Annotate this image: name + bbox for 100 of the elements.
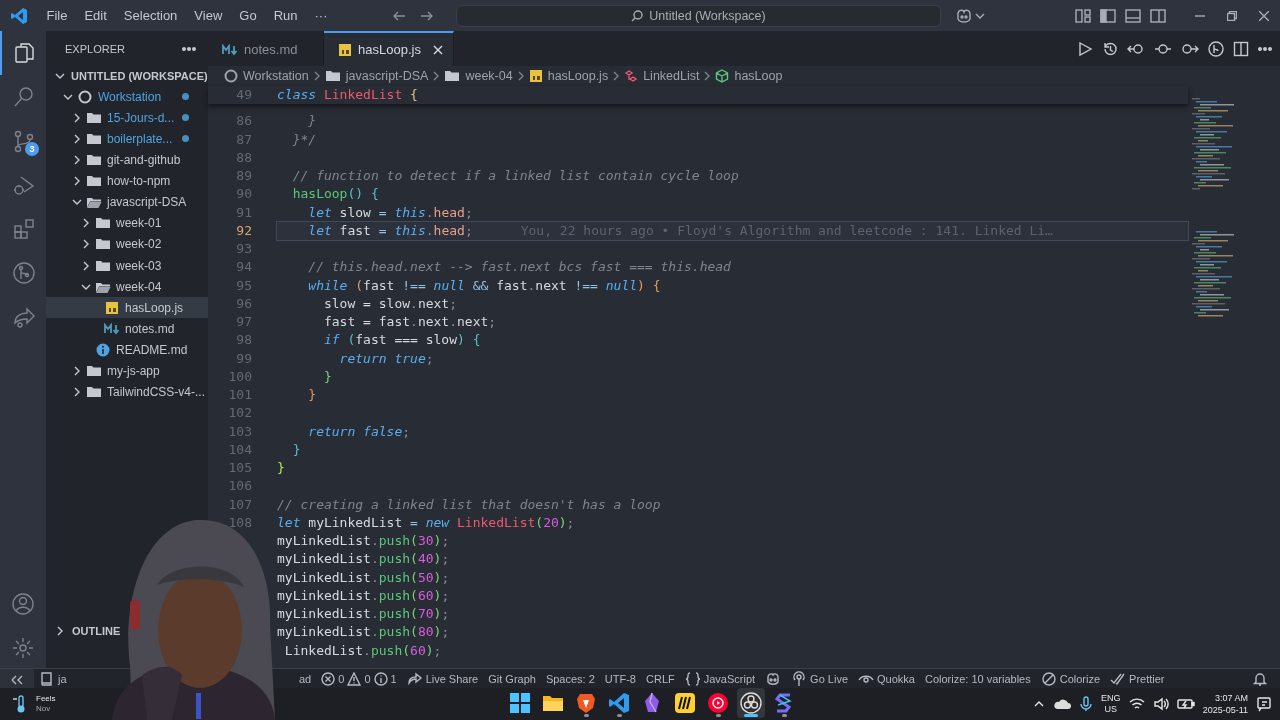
microphone-icon[interactable] bbox=[1079, 696, 1094, 712]
tree-item[interactable]: week-01 bbox=[46, 212, 208, 234]
folder-name: boilerplate... bbox=[107, 131, 173, 146]
tree-item[interactable]: notes.md bbox=[46, 318, 208, 340]
line-number: 93 bbox=[235, 240, 252, 258]
folder-icon bbox=[444, 69, 461, 83]
code-line: myLinkedList.push(50); bbox=[277, 568, 450, 587]
code-line: LinkedList.push(60); bbox=[283, 641, 442, 660]
status-bar-item[interactable]: UTF-8 bbox=[599, 672, 641, 685]
copilot-icon[interactable] bbox=[955, 7, 973, 24]
tree-item[interactable]: hasLoop.js bbox=[46, 297, 208, 319]
battery-icon[interactable] bbox=[1176, 697, 1195, 711]
clock[interactable]: 3:07 AM 2025-05-11 bbox=[1202, 692, 1248, 716]
breadcrumb[interactable]: week-04 bbox=[444, 69, 513, 83]
account-icon[interactable] bbox=[11, 592, 35, 616]
history-icon[interactable] bbox=[1102, 40, 1118, 57]
panel-toggle-icon[interactable] bbox=[1125, 7, 1141, 24]
folder-name: Workstation bbox=[98, 89, 162, 104]
cloud-icon[interactable] bbox=[1053, 698, 1072, 710]
status-bar-item[interactable]: JavaScript bbox=[679, 670, 761, 687]
code-line: myLinkedList.push(30); bbox=[277, 532, 450, 550]
tree-item[interactable]: git-and-github bbox=[46, 149, 208, 171]
branch-circle-icon[interactable] bbox=[1208, 40, 1224, 57]
status-bar-item[interactable]: Live Share bbox=[401, 670, 484, 687]
command-center[interactable]: Untitled (Workspace) bbox=[456, 4, 941, 27]
code-line: let fast = this.head; bbox=[307, 221, 473, 240]
run-icon[interactable] bbox=[1077, 40, 1093, 57]
breadcrumb[interactable]: hasLoop bbox=[715, 69, 783, 83]
ribbon-icon bbox=[10, 6, 28, 25]
tree-item[interactable]: how-to-npm bbox=[46, 170, 208, 192]
status-bar-item[interactable]: Go Live bbox=[786, 670, 853, 687]
section-header[interactable]: UNTITLED (WORKSPACE) bbox=[71, 70, 208, 82]
tree-item[interactable]: Workstation bbox=[46, 86, 208, 108]
code-line: let slow = this.head; bbox=[307, 203, 473, 222]
status-bar-item[interactable]: ad bbox=[294, 672, 317, 685]
chevron-right-icon bbox=[612, 71, 621, 81]
file-name: hasLoop.js bbox=[125, 300, 184, 315]
split-editor-icon[interactable] bbox=[1233, 40, 1249, 57]
line-number: 106 bbox=[227, 477, 252, 496]
more-icon[interactable] bbox=[182, 46, 196, 51]
volume-icon[interactable] bbox=[1152, 697, 1169, 711]
menu-item[interactable]: Run bbox=[265, 4, 306, 27]
status-bar-item[interactable]: Quokka bbox=[853, 670, 920, 687]
info-icon bbox=[373, 671, 388, 686]
status-bar-item[interactable]: CRLF bbox=[641, 672, 680, 685]
menu-item[interactable]: Go bbox=[230, 4, 266, 27]
status-bar-item[interactable]: Git Graph bbox=[483, 672, 541, 685]
menu-item[interactable]: Edit bbox=[75, 4, 116, 27]
section-header[interactable]: OUTLINE bbox=[72, 625, 121, 637]
breadcrumb[interactable]: LinkedList bbox=[624, 69, 700, 83]
language-indicator[interactable]: ENG US bbox=[1101, 693, 1121, 715]
taskbar-button[interactable] bbox=[737, 688, 765, 718]
more-icon[interactable] bbox=[1258, 46, 1272, 51]
cube-icon bbox=[715, 69, 730, 83]
panel-title: EXPLORER bbox=[65, 42, 125, 55]
editor-tab[interactable]: hasLoop.js bbox=[324, 31, 454, 66]
settings-icon[interactable] bbox=[11, 636, 35, 660]
breadcrumb[interactable]: Workstation bbox=[224, 69, 309, 83]
weather-text: Feels bbox=[36, 694, 56, 704]
menu-item[interactable]: Selection bbox=[115, 4, 186, 27]
code-line: myLinkedList.push(80); bbox=[277, 623, 450, 642]
restore-icon[interactable] bbox=[1227, 10, 1237, 21]
line-number: 90 bbox=[235, 185, 252, 204]
remote-button[interactable] bbox=[0, 669, 34, 688]
tree-item[interactable]: 15-Jours-d... bbox=[46, 107, 208, 129]
tree-item[interactable]: TailwindCSS-v4-... bbox=[46, 381, 208, 403]
tree-item[interactable]: week-03 bbox=[46, 255, 208, 277]
close-icon[interactable] bbox=[432, 44, 443, 55]
status-bar-item[interactable]: Colorize bbox=[1035, 670, 1106, 687]
file-name: notes.md bbox=[125, 321, 175, 336]
secondary-sidebar-icon[interactable] bbox=[1150, 7, 1166, 24]
status-bar-item[interactable]: Spaces: 2 bbox=[540, 672, 600, 685]
folder-icon bbox=[95, 258, 111, 273]
code-line: return false; bbox=[307, 422, 411, 441]
breadcrumb[interactable]: javascript-DSA bbox=[324, 69, 429, 83]
tree-item[interactable]: my-js-app bbox=[46, 360, 208, 382]
menu-item[interactable]: File bbox=[38, 4, 76, 27]
status-bar-item[interactable]: Prettier bbox=[1105, 670, 1170, 687]
wifi-icon[interactable] bbox=[1128, 697, 1145, 711]
close-icon[interactable] bbox=[1259, 10, 1269, 21]
status-bar-item[interactable]: Colorize: 10 variables bbox=[919, 672, 1036, 685]
folder-name: week-03 bbox=[116, 258, 162, 273]
share-arrow-icon bbox=[406, 670, 423, 687]
tree-item[interactable]: javascript-DSA bbox=[46, 191, 208, 213]
tree-item[interactable]: boilerplate... bbox=[46, 128, 208, 150]
status-bar-item[interactable]: ja bbox=[34, 670, 72, 687]
menu-item[interactable]: View bbox=[185, 4, 231, 27]
sidebar-toggle-icon[interactable] bbox=[1100, 7, 1116, 24]
line-number: 98 bbox=[235, 331, 252, 350]
tree-item[interactable]: README.md bbox=[46, 339, 208, 361]
tree-item[interactable]: week-02 bbox=[46, 233, 208, 255]
layout-icon[interactable] bbox=[1075, 7, 1091, 24]
code-line: } bbox=[291, 440, 301, 459]
notification-icon[interactable] bbox=[1256, 696, 1272, 712]
menu-item[interactable]: ··· bbox=[306, 4, 336, 27]
tree-item[interactable]: week-04 bbox=[46, 276, 208, 298]
line-number: 107 bbox=[227, 495, 252, 514]
problems-indicator[interactable]: 0 0 1 bbox=[316, 671, 402, 686]
breadcrumb[interactable]: hasLoop.js bbox=[528, 69, 609, 83]
code-line: slow = slow.next; bbox=[322, 294, 458, 313]
